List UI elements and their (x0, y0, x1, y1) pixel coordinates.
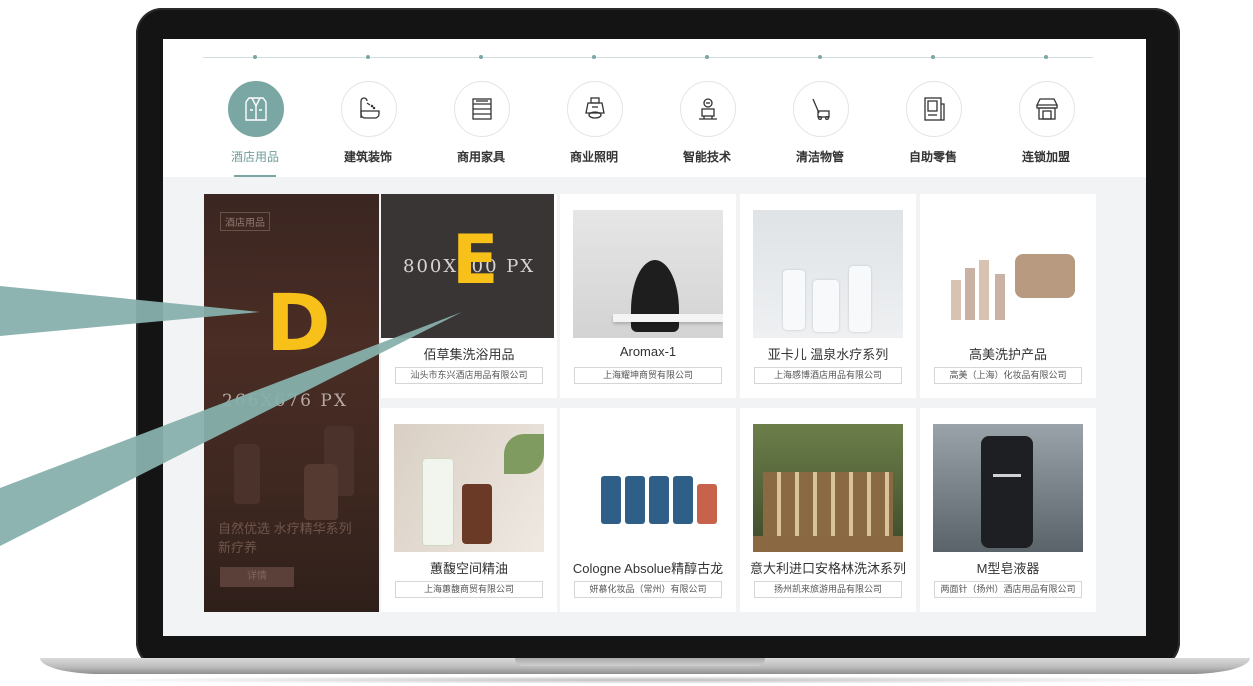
pointer-d (0, 286, 260, 336)
pointer-e (0, 312, 462, 546)
annotation-pointers (0, 286, 462, 546)
annotation-letter-d: D (266, 279, 331, 369)
annotation-letter-e: E (452, 221, 499, 300)
